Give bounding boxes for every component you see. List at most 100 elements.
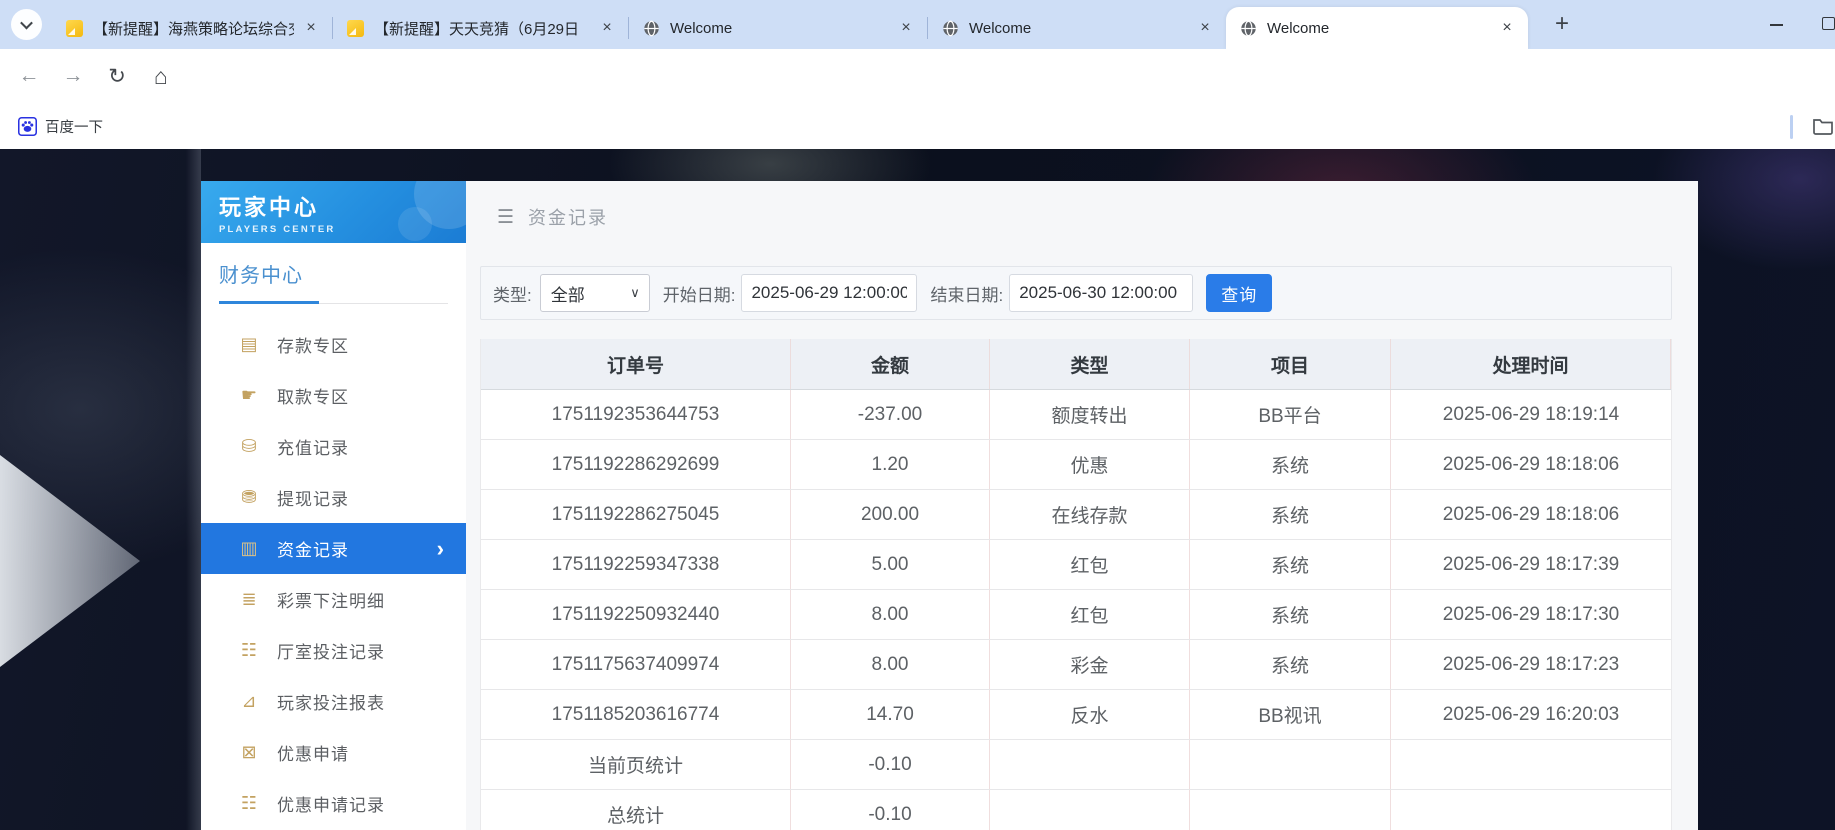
chevron-right-icon: › [436,535,444,561]
cell-order-no: 1751175637409974 [481,640,791,689]
cell-order-no: 1751192353644753 [481,390,791,439]
sidebar-item-hall-bet-record[interactable]: ☷ 厅室投注记录 [201,625,466,676]
sidebar-item-lottery-detail[interactable]: ≣ 彩票下注明细 [201,574,466,625]
globe-favicon [943,20,958,36]
home-button[interactable]: ⌂ [142,49,180,103]
cell-time: 2025-06-29 18:18:06 [1442,453,1620,475]
cell-page-total-amount: -0.10 [791,740,990,789]
window-minimize-button[interactable] [1770,24,1783,26]
table-row: 1751192250932440 8.00 红包 系统 2025-06-29 1… [481,590,1671,640]
tab-close-icon[interactable]: × [1496,19,1518,37]
start-date-label: 开始日期: [662,285,736,305]
window-maximize-button[interactable] [1822,17,1835,30]
cell-order-no: 1751192286275045 [481,490,791,539]
tab-search-button[interactable] [11,9,42,40]
cell-amount: 14.70 [791,690,990,739]
start-date-input[interactable] [741,274,918,312]
cell-time: 2025-06-29 18:17:30 [1442,603,1620,625]
table-row-grand-total: 总统计 -0.10 [481,790,1671,830]
table-header-row: 订单号 金额 类型 项目 处理时间 [481,339,1671,390]
cell-project: 系统 [1190,590,1391,639]
bookmark-baidu[interactable]: 百度一下 [12,112,109,140]
end-date-input[interactable] [1009,274,1194,312]
select-caret-icon: ∨ [630,285,640,300]
browser-tab-1[interactable]: 【新提醒】海燕策略论坛综合交 × [52,8,332,48]
withdraw-hand-icon: ☛ [240,385,258,405]
tab-title: Welcome [1267,19,1330,37]
players-center-subtitle: PLAYERS CENTER [219,224,336,235]
browser-toolbar: ← → ↻ ⌂ js13.cc/hhcp/usercenter.html?ini… [0,49,1835,144]
bookmarks-separator [1790,115,1793,139]
sidebar-item-withdraw-record[interactable]: ⛃ 提现记录 [201,472,466,523]
type-select-value: 全部 [550,285,585,305]
cell-time: 2025-06-29 18:19:14 [1442,403,1620,425]
sidebar-item-withdraw[interactable]: ☛ 取款专区 [201,370,466,421]
sidebar-item-bet-report[interactable]: ⊿ 玩家投注报表 [201,676,466,727]
hall-bet-list-icon: ☷ [240,640,258,660]
cell-amount: 8.00 [791,640,990,689]
tab-close-icon[interactable]: × [895,19,917,37]
col-header-time: 处理时间 [1391,339,1671,389]
type-select[interactable]: 全部 ∨ [539,274,650,312]
tab-title: 【新提醒】天天竞猜（6月29日 [374,20,580,38]
recharge-coins-icon: ⛁ [241,436,257,456]
sidebar: 玩家中心 PLAYERS CENTER 财务中心 ▤ 存款专区 ☛ 取款专区 ⛁… [201,181,466,830]
tab-title: Welcome [670,19,733,37]
browser-tab-3[interactable]: Welcome × [629,8,927,48]
forward-button[interactable]: → [54,49,92,103]
col-header-order-no: 订单号 [481,339,791,389]
filter-bar: 类型: 全部 ∨ 开始日期: 结束日期: 查询 [480,266,1672,320]
forum-favicon [66,19,83,37]
sidebar-item-recharge-record[interactable]: ⛁ 充值记录 [201,421,466,472]
other-bookmarks-folder-icon[interactable] [1812,116,1834,136]
sidebar-section: 财务中心 [201,243,466,304]
cell-type: 彩金 [990,640,1190,689]
hamburger-icon[interactable]: ☰ [497,206,514,229]
deposit-card-icon: ▤ [240,334,258,354]
cell-project: BB视讯 [1190,690,1391,739]
reload-button[interactable]: ↻ [98,49,136,103]
browser-tab-4[interactable]: Welcome × [928,8,1226,48]
withdraw-cards-icon: ⛃ [241,487,257,507]
cell-project: 系统 [1190,540,1391,589]
sidebar-item-label: 玩家投注报表 [277,694,385,713]
table-row: 1751185203616774 14.70 反水 BB视讯 2025-06-2… [481,690,1671,740]
cell-project: 系统 [1190,490,1391,539]
sidebar-item-promo-record[interactable]: ☷ 优惠申请记录 [201,778,466,829]
cell-project: BB平台 [1190,390,1391,439]
bookmark-label: 百度一下 [45,119,103,136]
end-date-label: 结束日期: [930,285,1004,305]
cell-empty [1190,740,1391,789]
browser-tab-5-active[interactable]: Welcome × [1226,7,1528,49]
background-streak [186,149,201,830]
sidebar-item-label: 优惠申请 [277,745,349,764]
new-tab-button[interactable]: + [1548,11,1576,39]
tab-close-icon[interactable]: × [300,19,322,37]
cell-amount: -237.00 [791,390,990,439]
cell-empty [1190,790,1391,830]
search-button[interactable]: 查询 [1206,274,1273,312]
lottery-detail-icon: ≣ [241,589,257,609]
sidebar-header: 玩家中心 PLAYERS CENTER [201,181,466,243]
cell-type: 在线存款 [990,490,1190,539]
back-button[interactable]: ← [10,49,48,103]
tab-close-icon[interactable]: × [596,19,618,37]
table-row: 1751175637409974 8.00 彩金 系统 2025-06-29 1… [481,640,1671,690]
sidebar-item-label: 提现记录 [277,490,349,509]
col-header-amount: 金额 [791,339,990,389]
cell-empty [1391,740,1671,789]
sidebar-item-label: 取款专区 [277,388,349,407]
players-center-title: 玩家中心 [219,195,320,220]
browser-tab-2[interactable]: 【新提醒】天天竞猜（6月29日 × [333,8,628,48]
sidebar-item-promo-apply[interactable]: ⊠ 优惠申请 [201,727,466,778]
cell-order-no: 1751185203616774 [481,690,791,739]
main-panel: ☰ 资金记录 类型: 全部 ∨ 开始日期: 结束日期: 查询 订单号 金额 类型… [466,181,1698,830]
sidebar-item-funds-record[interactable]: ▥ 资金记录 › [201,523,466,574]
bet-report-chart-icon: ⊿ [241,691,257,711]
page-background: 玩家中心 PLAYERS CENTER 财务中心 ▤ 存款专区 ☛ 取款专区 ⛁… [0,149,1835,830]
cell-project: 系统 [1190,440,1391,489]
sidebar-item-deposit[interactable]: ▤ 存款专区 [201,319,466,370]
cell-amount: 8.00 [791,590,990,639]
tab-close-icon[interactable]: × [1194,19,1216,37]
cell-type: 红包 [990,540,1190,589]
